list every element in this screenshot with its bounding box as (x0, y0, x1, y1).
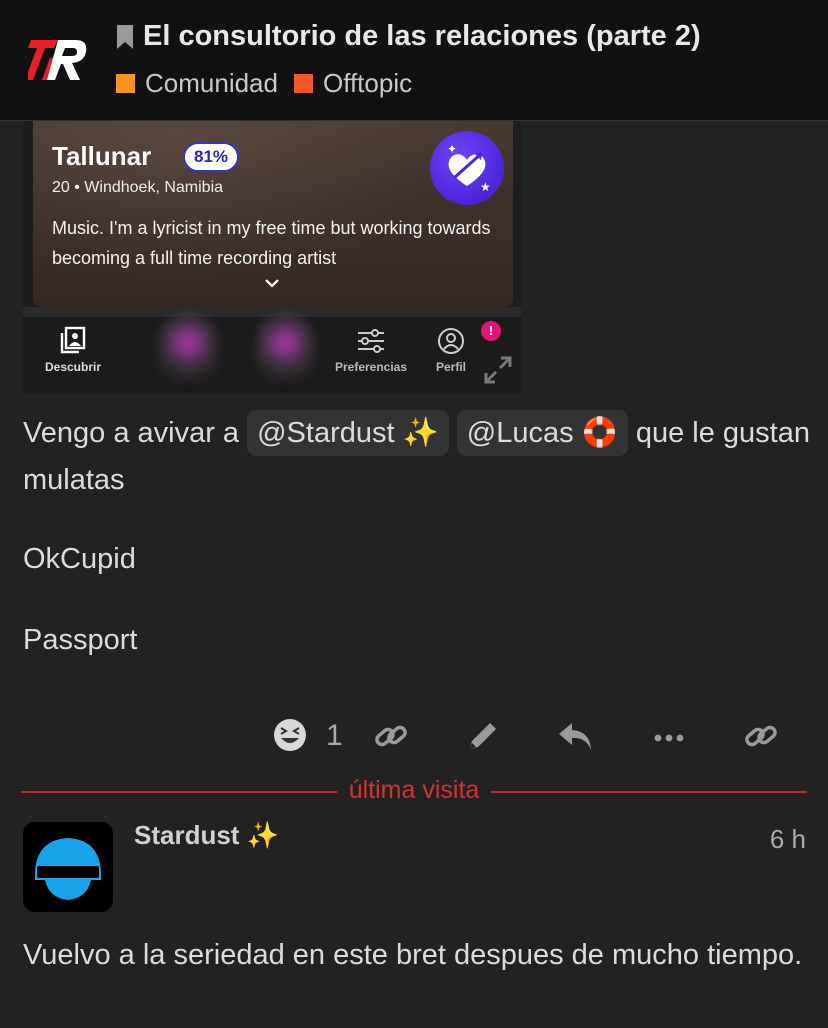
chevron-down-icon (265, 279, 279, 288)
post-time[interactable]: 6 h (770, 824, 806, 855)
profile-icon (438, 328, 464, 354)
topic-header: El consultorio de las relaciones (parte … (0, 0, 828, 121)
last-visit-label-wrap: última visita (21, 776, 807, 805)
category-offtopic[interactable]: Offtopic (293, 68, 413, 99)
post-paragraph: Vengo a avivar a @Stardust ✨ @Lucas 🛟 qu… (23, 410, 813, 504)
tab-label: Preferencias (334, 360, 408, 374)
mention-stardust[interactable]: @Stardust ✨ (247, 410, 449, 456)
category-label: Comunidad (145, 68, 278, 98)
more-options-icon[interactable] (651, 717, 687, 755)
tab-preferencias: Preferencias (321, 325, 421, 374)
tab-label: Perfil (435, 360, 466, 374)
category-color-swatch (116, 74, 135, 93)
topic-title[interactable]: El consultorio de las relaciones (parte … (143, 20, 701, 53)
post-paragraph-passport: Passport (23, 624, 138, 656)
sliders-icon (358, 329, 384, 353)
notification-badge: ! (481, 321, 501, 341)
last-visit-label: última visita (336, 776, 492, 804)
category-list: Comunidad Offtopic (116, 68, 428, 99)
profile-card: Tallunar 81% 20 • Windhoek, Namibia Musi… (33, 121, 513, 307)
site-logo-icon[interactable] (28, 30, 90, 86)
reply-body: Vuelvo a la seriedad en este bret despue… (23, 939, 803, 971)
expand-icon[interactable] (481, 353, 515, 387)
category-color-swatch (293, 74, 313, 93)
discover-icon (60, 326, 86, 354)
avatar[interactable] (23, 822, 113, 912)
post-text: Vengo a avivar a (23, 417, 240, 449)
blurred-area (158, 311, 218, 391)
profile-bio: Music. I'm a lyricist in my free time bu… (52, 218, 491, 268)
svg-text:★: ★ (480, 180, 491, 194)
reply-icon[interactable] (556, 717, 596, 755)
category-comunidad[interactable]: Comunidad (116, 68, 278, 99)
bookmark-icon[interactable] (116, 24, 134, 50)
blurred-area (255, 311, 315, 391)
share-link-icon[interactable] (742, 717, 780, 755)
post-author[interactable]: Stardust ✨ (134, 820, 279, 851)
tab-label: Descubrir (44, 360, 102, 374)
link-icon[interactable] (372, 717, 410, 755)
reaction-count[interactable]: 1 (326, 719, 343, 753)
tab-descubrir: Descubrir (23, 325, 123, 374)
edit-pencil-icon[interactable] (464, 717, 502, 755)
profile-name: Tallunar (52, 141, 152, 171)
embedded-screenshot[interactable]: Tallunar 81% 20 • Windhoek, Namibia Musi… (23, 121, 521, 394)
svg-text:✦: ✦ (447, 142, 457, 156)
profile-location: 20 • Windhoek, Namibia (52, 179, 224, 196)
post-paragraph-okcupid: OkCupid (23, 543, 136, 575)
post-actions: 1 (0, 715, 828, 761)
laughing-emoji-icon[interactable] (272, 717, 308, 753)
mention-lucas[interactable]: @Lucas 🛟 (456, 410, 628, 456)
last-visit-divider: última visita (21, 776, 807, 806)
tab-perfil: Perfil (421, 325, 481, 374)
category-label: Offtopic (322, 68, 413, 98)
match-percent-badge: 81% (183, 142, 240, 172)
superlike-heart-icon: ✦ ★ (430, 131, 504, 205)
title-row: El consultorio de las relaciones (parte … (116, 20, 701, 53)
